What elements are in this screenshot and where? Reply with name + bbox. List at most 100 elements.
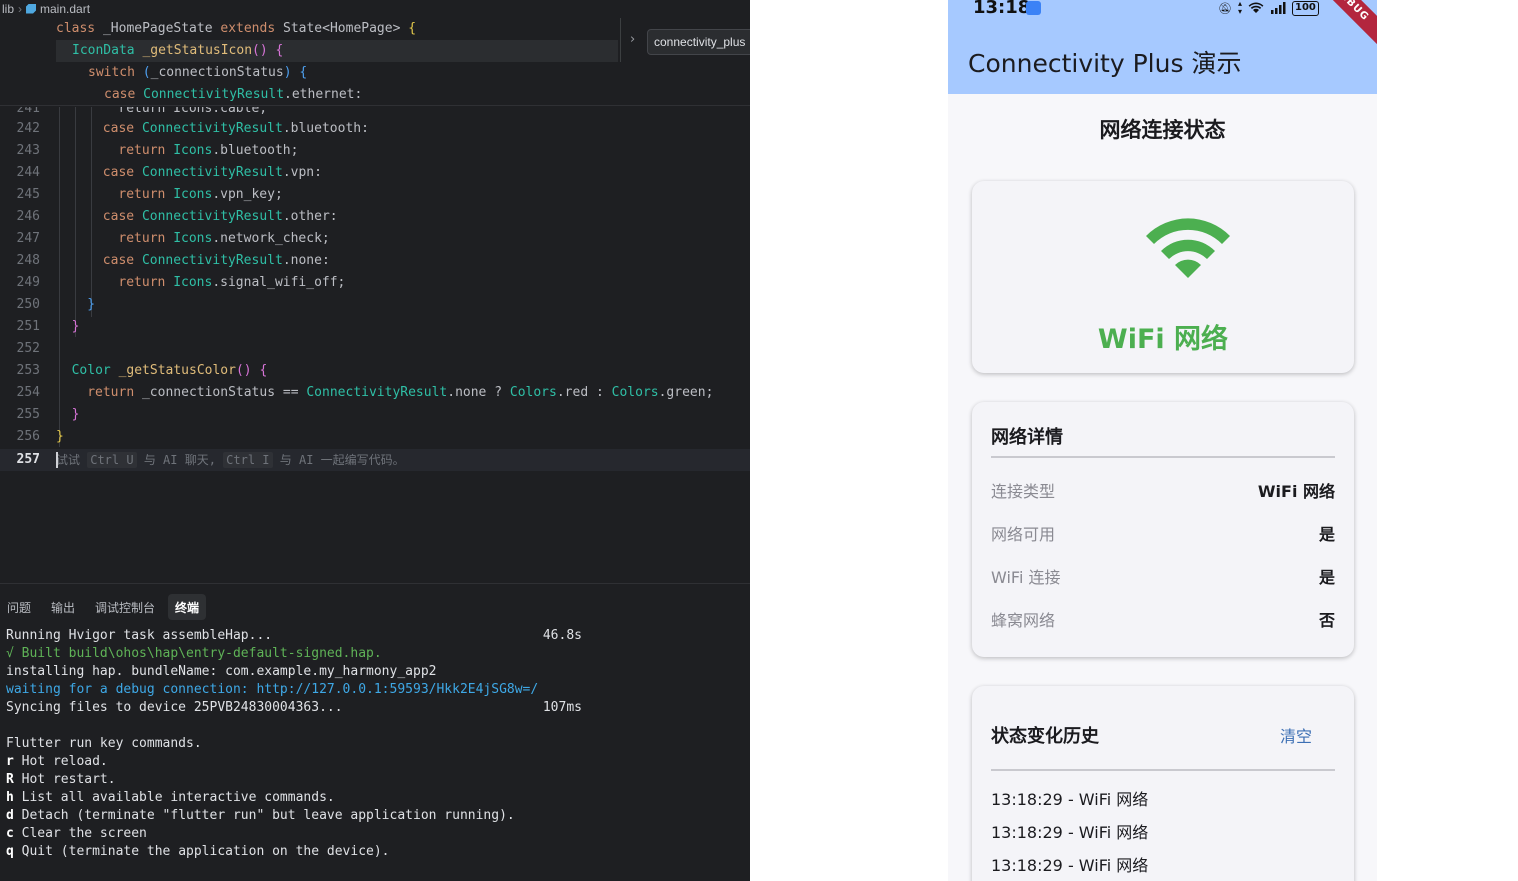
code-token: State xyxy=(283,21,323,36)
code-token: return xyxy=(87,385,142,400)
code-line[interactable]: case ConnectivityResult.other: xyxy=(103,206,338,228)
sticky-code-line[interactable]: case ConnectivityResult.ethernet: xyxy=(56,84,362,106)
app-title: Connectivity Plus 演示 xyxy=(968,49,1242,78)
line-number: 243 xyxy=(16,143,40,158)
shortcut-key: R xyxy=(6,772,14,787)
detail-label: 网络可用 xyxy=(991,525,1056,544)
line-number: 251 xyxy=(16,319,40,334)
indent-guide xyxy=(91,107,92,317)
terminal-text: Running Hvigor task assembleHap... xyxy=(6,628,273,643)
breadcrumb-file[interactable]: main.dart xyxy=(40,2,90,16)
code-token: IconData xyxy=(72,43,143,58)
line-number: 254 xyxy=(16,385,40,400)
code-token: .signal_wifi_off; xyxy=(212,275,346,290)
code-line[interactable]: case ConnectivityResult.bluetooth: xyxy=(103,118,369,140)
detail-row: 蜂窝网络 否 xyxy=(991,607,1335,630)
line-number: 252 xyxy=(16,341,40,356)
terminal-line: h List all available interactive command… xyxy=(6,789,582,807)
code-token: case xyxy=(102,253,142,268)
code-token: class xyxy=(56,21,103,36)
code-line[interactable]: return Icons.bluetooth; xyxy=(118,140,298,162)
sticky-code-line[interactable]: class _HomePageState extends State<HomeP… xyxy=(56,18,416,40)
status-time: 13:18 xyxy=(973,0,1031,18)
terminal-line: Syncing files to device 25PVB24830004363… xyxy=(6,699,582,717)
terminal-line: c Clear the screen xyxy=(6,825,582,843)
status-icons: 🔕︎ ▴ ▾ 100 xyxy=(1218,0,1319,16)
connection-status-label: WiFi 网络 xyxy=(1097,324,1229,355)
panel-tab[interactable]: 问题 xyxy=(0,594,38,620)
shortcut-key: q xyxy=(6,844,14,859)
code-token: } xyxy=(71,407,80,422)
chevron-right-icon[interactable]: › xyxy=(630,32,635,47)
sticky-code-line[interactable]: switch (_connectionStatus) { xyxy=(56,62,307,84)
history-card: 状态变化历史 清空 13:18:29 - WiFi 网络 13:18:29 - W… xyxy=(972,686,1354,881)
terminal-line: q Quit (terminate the application on the… xyxy=(6,843,582,861)
line-number: 250 xyxy=(16,297,40,312)
code-line[interactable]: return Icons.signal_wifi_off; xyxy=(118,272,345,294)
detail-label: WiFi 连接 xyxy=(991,568,1061,587)
code-token: { xyxy=(408,21,417,36)
code-line[interactable]: } xyxy=(72,404,80,426)
breadcrumb-folder[interactable]: lib xyxy=(2,2,14,16)
terminal-text: installing hap. bundleName: com.example.… xyxy=(6,664,437,679)
text-caret xyxy=(56,452,58,468)
panel-tab[interactable]: 终端 xyxy=(168,594,207,620)
terminal-text: √ Built build\ohos\hap\entry-default-sig… xyxy=(6,646,382,661)
section-title: 网络连接状态 xyxy=(1099,118,1226,142)
clear-button[interactable]: 清空 xyxy=(1280,723,1312,747)
detail-value: 是 xyxy=(1318,525,1335,544)
code-line[interactable]: } xyxy=(87,294,95,316)
code-token: { xyxy=(299,65,308,80)
sticky-code-line[interactable]: IconData _getStatusIcon() { xyxy=(56,40,618,62)
chevron-right-icon: › xyxy=(18,1,23,16)
code-token: .ethernet: xyxy=(284,87,363,102)
code-token: return xyxy=(118,275,174,290)
outline-tab[interactable]: connectivity_plus xyxy=(647,29,750,55)
detail-value: 否 xyxy=(1318,611,1335,630)
code-token: _getStatusColor xyxy=(118,363,236,378)
line-number: 249 xyxy=(16,275,40,290)
code-line[interactable]: return Icons.network_check; xyxy=(118,228,329,250)
divider xyxy=(991,769,1335,771)
detail-value: 是 xyxy=(1318,568,1335,587)
code-token: <HomePage> xyxy=(322,21,409,36)
code-token: _connectionStatus == xyxy=(141,385,307,400)
code-token: () xyxy=(235,363,260,378)
sticky-scroll-header[interactable]: class _HomePageState extends State<HomeP… xyxy=(0,18,750,106)
panel-tab[interactable]: 调试控制台 xyxy=(88,594,162,620)
code-token: .vpn_key; xyxy=(212,187,283,202)
hint-text: 试试 xyxy=(56,453,88,467)
panel-tabs: 问题 输出 调试控制台 终端 xyxy=(0,594,207,620)
code-line[interactable]: } xyxy=(72,316,80,338)
code-token: .bluetooth: xyxy=(282,121,369,136)
code-line[interactable]: case ConnectivityResult.vpn: xyxy=(103,162,322,184)
code-line[interactable]: Color _getStatusColor() { xyxy=(72,360,268,382)
terminal-text: Detach (terminate "flutter run" but leav… xyxy=(13,808,515,823)
code-line[interactable]: } xyxy=(56,426,64,448)
code-token: .red : xyxy=(556,385,612,400)
details-title: 网络详情 xyxy=(991,427,1063,448)
history-item: 13:18:29 - WiFi 网络 xyxy=(991,856,1149,875)
status-card: WiFi 网络 xyxy=(972,181,1354,373)
code-line[interactable]: case ConnectivityResult.none: xyxy=(103,250,330,272)
history-item: 13:18:29 - WiFi 网络 xyxy=(991,790,1149,809)
panel-tab[interactable]: 输出 xyxy=(44,594,82,620)
code-token: ) xyxy=(283,65,292,80)
code-token: .vpn: xyxy=(282,165,322,180)
terminal-output[interactable]: Running Hvigor task assembleHap... 46.8s √… xyxy=(6,627,582,861)
shortcut-key: h xyxy=(6,790,14,805)
code-token: ConnectivityResult xyxy=(141,253,283,268)
code-line[interactable]: return Icons.vpn_key; xyxy=(118,184,282,206)
code-token: Icons xyxy=(173,231,213,246)
mute-icon: 🔕︎ xyxy=(1218,1,1232,15)
shortcut-key: r xyxy=(6,754,14,769)
battery-icon: 100 xyxy=(1291,0,1319,16)
network-speed-icon: ▴ ▾ xyxy=(1237,0,1242,16)
wifi-status-icon xyxy=(1248,2,1264,13)
code-line[interactable]: return _connectionStatus == Connectivity… xyxy=(87,382,713,404)
code-area[interactable]: 241 return Icons.cable; 242 case Connectivi… xyxy=(0,107,750,582)
bottom-panel: 问题 输出 调试控制台 终端 Running Hvigor task assemble… xyxy=(0,583,750,881)
line-number: 244 xyxy=(16,165,40,180)
breadcrumb: lib › main.dart xyxy=(0,0,90,17)
